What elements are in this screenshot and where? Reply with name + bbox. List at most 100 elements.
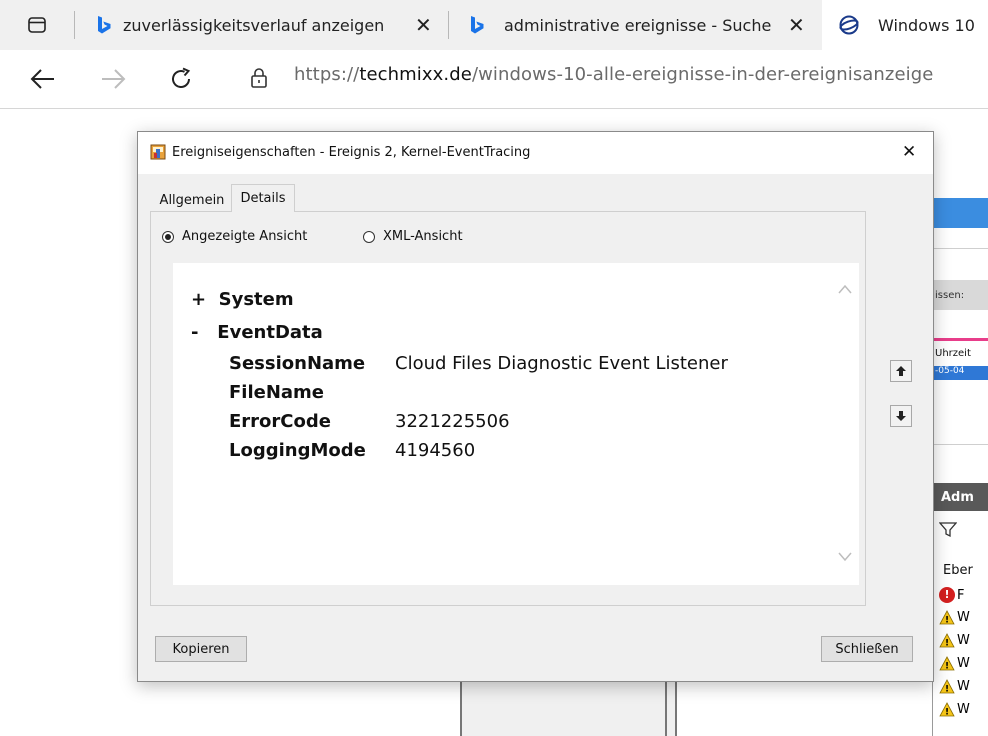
forward-arrow-icon [102,69,126,89]
radio-xml-view[interactable]: XML-Ansicht [363,229,463,244]
tab-actions-icon[interactable] [27,15,47,35]
svg-text:!: ! [945,685,949,695]
tab-label: Details [240,191,286,206]
bg-item-text: W [957,679,970,694]
bg-row-text: -05-04 [935,366,965,376]
arrow-up-icon [896,366,906,376]
svg-text:!: ! [945,639,949,649]
scroll-up-chevron-icon[interactable] [837,283,853,295]
bg-gray-box: issen: [933,280,988,310]
url-scheme: https:// [294,64,360,85]
bg-filter-icon [938,522,958,542]
tab-separator [448,11,449,39]
back-arrow-icon [30,69,54,89]
close-tab-icon[interactable]: ✕ [415,13,432,37]
forward-button[interactable] [96,62,130,96]
field-key-loggingmode: LoggingMode [229,440,366,461]
tab-details[interactable]: Details [231,184,295,212]
tab-administrative-ereignisse[interactable]: administrative ereignisse - Suche ✕ [468,0,813,50]
background-window-bottom [460,680,932,736]
warning-icon: ! [939,610,955,625]
event-viewer-app-icon [150,144,166,160]
scroll-down-chevron-icon[interactable] [837,551,853,563]
next-event-button[interactable] [890,405,912,427]
reload-button[interactable] [164,62,198,96]
bing-icon [95,15,113,35]
dialog-close-icon[interactable]: ✕ [902,142,916,162]
bg-actions-header: Adm [933,483,988,511]
bg-list-header: Eber [943,563,973,578]
bg-item-text: W [957,656,970,671]
previous-event-button[interactable] [890,360,912,382]
bg-item-text: W [957,633,970,648]
error-icon: ! [939,587,955,603]
bg-blue-bar [933,198,988,228]
warning-icon: ! [939,702,955,717]
close-tab-icon[interactable]: ✕ [788,13,805,37]
bg-item-text: W [957,702,970,717]
event-properties-dialog: Ereigniseigenschaften - Ereignis 2, Kern… [137,131,934,682]
tab-label: administrative ereignisse - Suche [504,15,772,35]
bg-selected-row: -05-04 [933,366,988,380]
bg-item-text: F [957,587,965,603]
warning-icon: ! [939,656,955,671]
warning-icon: ! [939,679,955,694]
field-value-errorcode: 3221225506 [395,411,510,432]
tab-strip: zuverlässigkeitsverlauf anzeigen ✕ admin… [0,0,988,50]
bg-warning-row: ! W [939,679,970,694]
dialog-title: Ereigniseigenschaften - Ereignis 2, Kern… [172,145,531,160]
tab-allgemein[interactable]: Allgemein [152,188,232,212]
event-details-view[interactable]: + System - EventData SessionName Cloud F… [173,263,859,585]
bg-item-text: W [957,610,970,625]
address-bar[interactable]: https://techmixx.de/windows-10-alle-erei… [294,64,933,85]
tree-node-eventdata[interactable]: - EventData [191,322,323,343]
tab-label: zuverlässigkeitsverlauf anzeigen [123,15,385,35]
lock-icon[interactable] [249,67,269,89]
background-window-right: issen: Uhrzeit -05-04 Adm Eber ! F ! W !… [932,186,988,736]
bing-icon [468,15,486,35]
copy-button[interactable]: Kopieren [155,636,247,662]
field-value-sessionname: Cloud Files Diagnostic Event Listener [395,353,728,374]
svg-text:!: ! [945,662,949,672]
radio-label: Angezeigte Ansicht [182,229,308,244]
bg-panel [677,680,932,736]
tree-node-label: System [218,289,294,310]
close-button[interactable]: Schließen [821,636,913,662]
expand-toggle[interactable]: + [191,289,206,310]
bg-pink-line [933,338,988,341]
tab-separator [74,11,75,39]
tab-windows-10-active[interactable]: Windows 10 [822,0,988,50]
svg-text:!: ! [945,616,949,626]
field-key-filename: FileName [229,382,325,403]
dialog-titlebar[interactable]: Ereigniseigenschaften - Ereignis 2, Kern… [138,132,933,174]
radio-friendly-view[interactable]: Angezeigte Ansicht [162,229,307,244]
tree-node-system[interactable]: + System [191,289,294,310]
bg-label: issen: [935,289,965,301]
bg-frame-line [665,680,667,736]
tab-label: Windows 10 [878,15,975,35]
svg-text:!: ! [945,708,949,718]
bg-warning-row: ! W [939,702,970,717]
reload-icon [172,67,191,88]
bg-warning-row: ! W [939,656,970,671]
arrow-down-icon [896,411,906,421]
bg-error-row: ! F [939,587,964,603]
bg-line [933,444,988,445]
radio-unselected-icon [363,230,375,243]
back-button[interactable] [26,62,60,96]
button-label: Schließen [835,641,899,657]
bg-warning-row: ! W [939,633,970,648]
bg-warning-row: ! W [939,610,970,625]
url-path: /windows-10-alle-ereignisse-in-der-ereig… [471,64,934,85]
tree-node-label: EventData [217,322,323,343]
tab-zuverlaessigkeitsverlauf[interactable]: zuverlässigkeitsverlauf anzeigen ✕ [95,0,435,50]
warning-icon: ! [939,633,955,648]
tab-label: Allgemein [159,192,225,208]
url-domain: techmixx.de [359,64,472,85]
field-key-errorcode: ErrorCode [229,411,331,432]
details-panel: Angezeigte Ansicht XML-Ansicht + System … [150,211,866,606]
address-toolbar: https://techmixx.de/windows-10-alle-erei… [0,50,988,109]
collapse-toggle[interactable]: - [191,322,198,343]
bg-header-text: Adm [941,489,974,505]
button-label: Kopieren [172,641,230,657]
